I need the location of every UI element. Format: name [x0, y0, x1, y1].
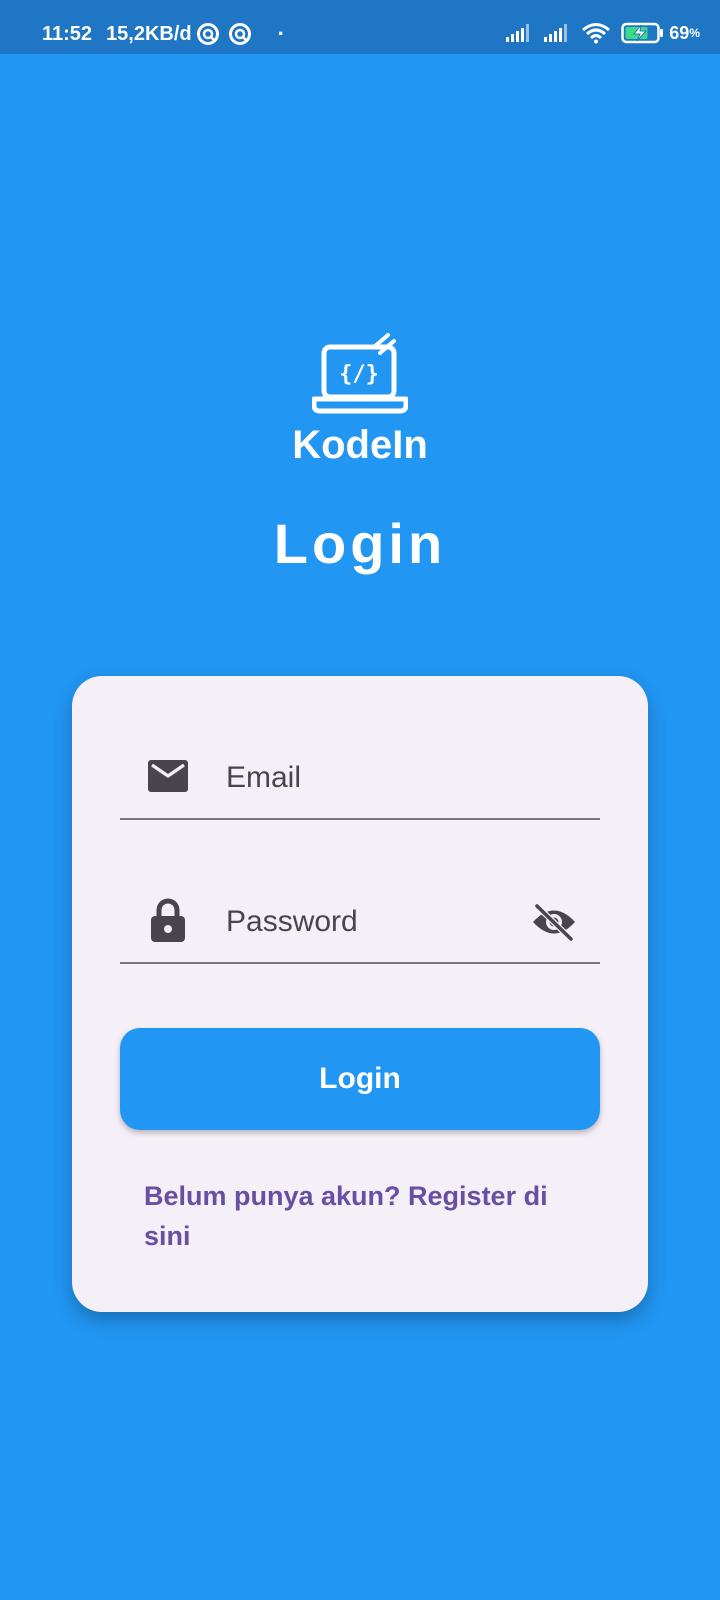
visibility-off-icon[interactable] [530, 900, 578, 944]
app-logo: {/} KodeIn [0, 333, 720, 467]
email-field [120, 718, 600, 820]
notification-dot: · [277, 21, 285, 46]
login-screen: 11:52 15,2KB/d · 69 % {/} KodeIn Login E… [0, 0, 720, 1600]
login-button[interactable]: Login [120, 1028, 600, 1130]
email-input[interactable] [226, 758, 526, 798]
network-speed: 15,2KB/d [106, 23, 192, 45]
notification-icon [196, 22, 220, 46]
page-title: Login [273, 512, 447, 575]
battery-unit: % [689, 26, 700, 40]
logo-text: KodeIn [292, 423, 428, 467]
mail-icon [148, 756, 188, 796]
wifi-icon [581, 22, 611, 44]
lock-icon [148, 898, 188, 942]
register-link[interactable]: Belum punya akun? Register di sini [144, 1176, 564, 1256]
password-input[interactable] [226, 902, 526, 942]
signal-icon [505, 23, 533, 43]
status-time: 11:52 [42, 23, 93, 45]
login-card: Login Belum punya akun? Register di sini [72, 676, 648, 1312]
signal-icon [543, 23, 571, 43]
battery-percent: 69 [669, 22, 690, 43]
battery-charging-icon [621, 22, 665, 44]
notification-icon [228, 22, 252, 46]
laptop-code-icon: {/} [312, 333, 408, 414]
status-bar: 11:52 15,2KB/d · 69 % [0, 0, 720, 54]
battery-level: 69% [669, 23, 700, 44]
status-bar-right: 69% [495, 22, 700, 44]
password-field [120, 862, 600, 964]
svg-text:{/}: {/} [339, 362, 379, 387]
status-bar-left: 11:52 15,2KB/d · [42, 22, 285, 46]
